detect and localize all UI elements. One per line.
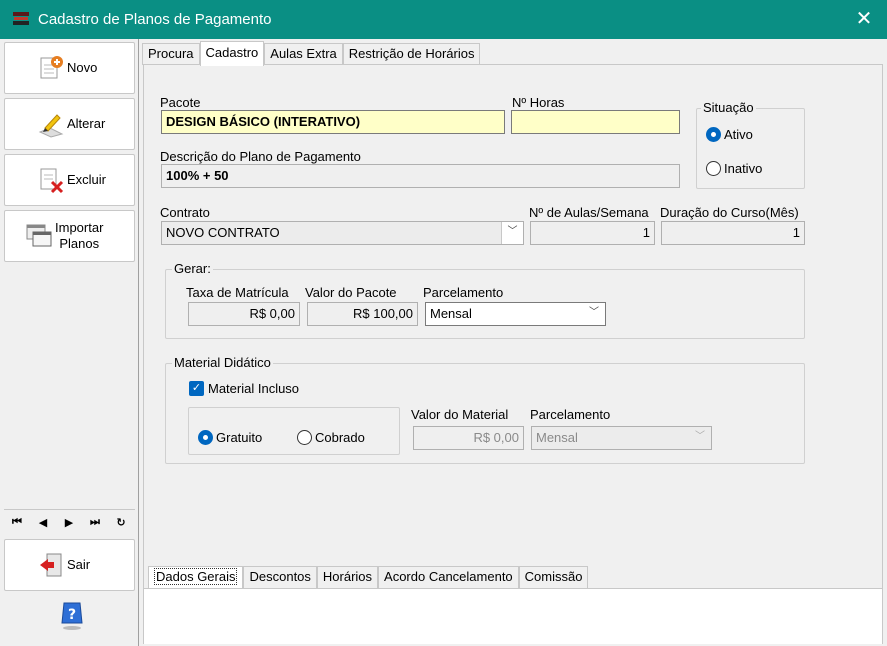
material-title: Material Didático	[172, 355, 273, 370]
horas-label: Nº Horas	[512, 95, 565, 110]
app-icon	[13, 12, 29, 25]
excluir-button[interactable]: Excluir	[4, 154, 135, 206]
valor-pacote-label: Valor do Pacote	[305, 285, 397, 300]
aulas-label: Nº de Aulas/Semana	[529, 205, 649, 220]
parcelamento2-select[interactable]: Mensal ﹀	[531, 426, 712, 450]
tab-cadastro[interactable]: Cadastro	[199, 41, 265, 66]
cobrado-radio-dot	[297, 430, 312, 445]
cobrado-radio[interactable]: Cobrado	[297, 430, 365, 445]
taxa-field[interactable]: R$ 0,00	[188, 302, 300, 326]
tab-aulas-extra[interactable]: Aulas Extra	[264, 43, 343, 65]
pacote-label: Pacote	[160, 95, 201, 110]
edit-pencil-icon	[38, 114, 64, 138]
descricao-field[interactable]: 100% + 50	[161, 164, 680, 188]
bottom-tabs: Dados Gerais Descontos Horários Acordo C…	[148, 566, 589, 588]
importar-label: Importar Planos	[55, 220, 103, 252]
gratuito-label: Gratuito	[216, 430, 263, 445]
parcelamento2-label: Parcelamento	[530, 407, 611, 422]
chevron-down-icon[interactable]: ﹀	[583, 303, 605, 325]
first-record-icon[interactable]: ⏮	[4, 516, 30, 529]
top-tabs: Procura Cadastro Aulas Extra Restrição d…	[142, 41, 481, 66]
novo-button[interactable]: Novo	[4, 42, 135, 94]
sair-button[interactable]: Sair	[4, 539, 135, 591]
parcelamento2-value: Mensal	[536, 430, 578, 445]
sair-label: Sair	[67, 557, 91, 572]
valor-material-field[interactable]: R$ 0,00	[413, 426, 524, 450]
exit-door-icon	[40, 553, 62, 577]
contrato-label: Contrato	[160, 205, 210, 220]
close-icon[interactable]: ✕	[841, 0, 887, 39]
ativo-radio[interactable]: Ativo	[706, 127, 753, 142]
cobranca-group: Gratuito Cobrado	[188, 407, 400, 455]
import-windows-icon	[26, 224, 52, 247]
alterar-button[interactable]: Alterar	[4, 98, 135, 150]
inativo-label: Inativo	[724, 161, 763, 176]
excluir-label: Excluir	[67, 172, 107, 187]
tab-procura[interactable]: Procura	[142, 43, 200, 65]
refresh-icon[interactable]: ↻	[108, 516, 134, 529]
taxa-label: Taxa de Matrícula	[186, 285, 289, 300]
main-area: Procura Cadastro Aulas Extra Restrição d…	[140, 39, 887, 646]
situacao-group: Situação Ativo Inativo	[696, 100, 805, 189]
window-title: Cadastro de Planos de Pagamento	[38, 11, 272, 28]
last-record-icon[interactable]: ⏭	[82, 516, 108, 529]
prev-record-icon[interactable]: ◀	[30, 516, 56, 529]
dados-gerais-page	[143, 588, 883, 644]
inativo-radio[interactable]: Inativo	[706, 161, 762, 176]
inativo-radio-dot	[706, 161, 721, 176]
new-document-icon	[40, 56, 63, 79]
importar-label-line1: Importar	[55, 220, 104, 235]
duracao-label: Duração do Curso(Mês)	[660, 205, 799, 220]
situacao-title: Situação	[701, 100, 756, 115]
cobrado-label: Cobrado	[315, 430, 365, 445]
next-record-icon[interactable]: ▶	[56, 516, 82, 529]
tab-restricao-horarios[interactable]: Restrição de Horários	[342, 43, 481, 65]
ativo-radio-dot	[706, 127, 721, 142]
tab-descontos[interactable]: Descontos	[243, 566, 317, 588]
parcelamento-label: Parcelamento	[423, 285, 504, 300]
ativo-label: Ativo	[724, 127, 753, 142]
material-incluso-label: Material Incluso	[208, 381, 300, 396]
record-navigator: ⏮ ◀ ▶ ⏭ ↻	[4, 509, 135, 535]
sidebar: Novo Alterar Excluir Importar Planos ⏮ ◀…	[0, 39, 139, 646]
descricao-label: Descrição do Plano de Pagamento	[160, 149, 361, 164]
parcelamento-select[interactable]: Mensal ﹀	[425, 302, 606, 326]
gratuito-radio-dot	[198, 430, 213, 445]
material-incluso-checkbox[interactable]: ✓ Material Incluso	[189, 381, 299, 396]
importar-label-line2: Planos	[59, 236, 100, 251]
contrato-value: NOVO CONTRATO	[166, 225, 280, 240]
gerar-title: Gerar:	[172, 261, 213, 276]
alterar-label: Alterar	[67, 116, 106, 131]
checkmark-icon: ✓	[189, 381, 204, 396]
pacote-field[interactable]: DESIGN BÁSICO (INTERATIVO)	[161, 110, 505, 134]
tab-horarios[interactable]: Horários	[316, 566, 379, 588]
chevron-down-icon[interactable]: ﹀	[689, 427, 711, 449]
novo-label: Novo	[67, 60, 98, 75]
tab-comissao[interactable]: Comissão	[518, 566, 589, 588]
aulas-field[interactable]: 1	[530, 221, 655, 245]
svg-text:?: ?	[68, 607, 76, 623]
cadastro-page: Pacote DESIGN BÁSICO (INTERATIVO) Nº Hor…	[143, 64, 883, 601]
gerar-group: Gerar: Taxa de Matrícula R$ 0,00 Valor d…	[165, 261, 805, 339]
material-group: Material Didático ✓ Material Incluso Gra…	[165, 355, 805, 464]
gratuito-radio[interactable]: Gratuito	[198, 430, 262, 445]
title-bar: Cadastro de Planos de Pagamento ✕	[0, 0, 887, 39]
tab-dados-gerais[interactable]: Dados Gerais	[148, 566, 244, 588]
horas-field[interactable]	[511, 110, 680, 134]
tab-acordo-cancelamento[interactable]: Acordo Cancelamento	[378, 566, 519, 588]
parcelamento-value: Mensal	[430, 306, 472, 321]
valor-material-label: Valor do Material	[411, 407, 509, 422]
valor-pacote-field[interactable]: R$ 100,00	[307, 302, 418, 326]
importar-planos-button[interactable]: Importar Planos	[4, 210, 135, 262]
contrato-select[interactable]: NOVO CONTRATO ﹀	[161, 221, 524, 245]
duracao-field[interactable]: 1	[661, 221, 805, 245]
help-icon[interactable]: ?	[60, 601, 84, 631]
delete-document-icon	[40, 168, 64, 194]
tab-dados-gerais-label: Dados Gerais	[154, 568, 238, 585]
chevron-down-icon[interactable]: ﹀	[501, 222, 523, 244]
